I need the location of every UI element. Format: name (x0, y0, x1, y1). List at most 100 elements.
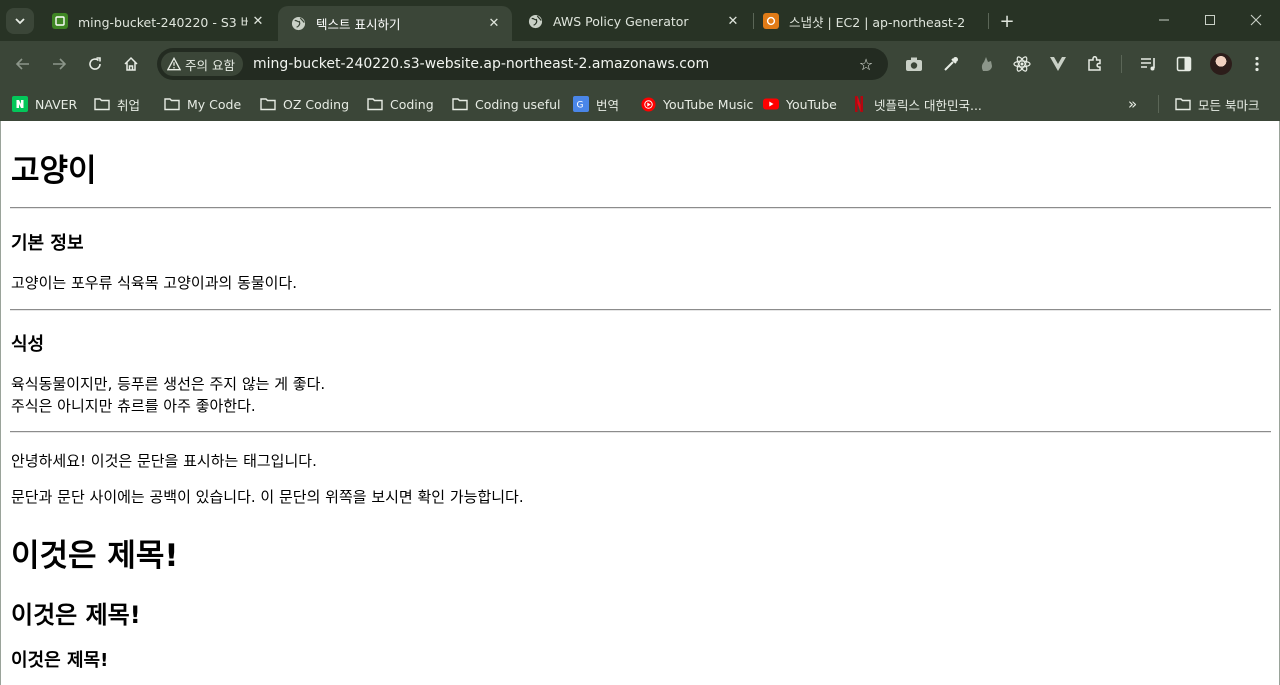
minimize-button[interactable] (1153, 10, 1175, 30)
window-close-button[interactable] (1245, 10, 1267, 30)
diet-line-1: 육식동물이지만, 등푸른 생선은 주지 않는 게 좋다. (11, 375, 326, 393)
youtube-music-icon (640, 96, 656, 112)
heading-h3: 이것은 제목! (11, 650, 109, 671)
maximize-button[interactable] (1199, 10, 1221, 30)
bookmark-label: Coding useful (475, 96, 561, 112)
arrow-left-icon (15, 58, 29, 70)
horizontal-rule (10, 207, 1271, 209)
diet-heading: 식성 (11, 334, 45, 355)
vue-devtools-icon[interactable] (1048, 54, 1068, 74)
warning-icon (167, 57, 181, 71)
bookmark-label: 취업 (117, 97, 141, 113)
svg-text:G: G (577, 101, 584, 111)
bookmark-label: YouTube (786, 96, 837, 112)
bookmark-youtube[interactable]: YouTube (763, 93, 837, 115)
tab-aws-policy-generator[interactable]: AWS Policy Generator ✕ (515, 7, 751, 35)
media-control-icon[interactable] (1139, 54, 1159, 74)
extension-hand-icon[interactable] (977, 54, 997, 74)
bookmark-label: 번역 (596, 97, 620, 113)
bookmark-label: OZ Coding (283, 96, 350, 112)
folder-icon (1175, 96, 1191, 112)
bookmark-folder-my-code[interactable]: My Code (164, 93, 241, 115)
home-button[interactable] (119, 52, 143, 76)
paragraph-1: 안녕하세요! 이것은 문단을 표시하는 태그입니다. (11, 452, 317, 470)
folder-icon (260, 96, 276, 112)
aws-icon (763, 13, 779, 29)
extensions-puzzle-icon[interactable] (1085, 54, 1105, 74)
page-title: 고양이 (11, 153, 97, 189)
youtube-icon (763, 96, 779, 112)
bookmark-folder-coding[interactable]: Coding (367, 93, 434, 115)
bookmark-folder-coding-useful[interactable]: Coding useful (452, 93, 561, 115)
toolbar: 주의 요함 ming-bucket-240220.s3-website.ap-n… (0, 41, 1280, 87)
close-icon (1250, 14, 1262, 26)
more-menu-icon[interactable] (1247, 54, 1267, 74)
bookmark-star-icon[interactable]: ☆ (854, 52, 878, 76)
eyedropper-icon[interactable] (941, 54, 961, 74)
bookmarks-overflow-button[interactable]: » (1128, 93, 1137, 115)
browser-chrome: ming-bucket-240220 - S3 버킷 ✕ 텍스트 표시하기 ✕ … (0, 0, 1280, 122)
tab-search-button[interactable] (6, 8, 34, 34)
bookmark-label: YouTube Music (663, 96, 754, 112)
new-tab-button[interactable]: + (996, 10, 1018, 32)
forward-button[interactable] (47, 52, 71, 76)
chevron-double-right-icon: » (1128, 95, 1138, 113)
react-devtools-icon[interactable] (1012, 54, 1032, 74)
bookmark-label: 넷플릭스 대한민국... (874, 97, 982, 113)
reload-icon (89, 57, 101, 70)
address-bar[interactable]: 주의 요함 ming-bucket-240220.s3-website.ap-n… (157, 48, 888, 80)
globe-icon (290, 16, 306, 32)
diet-text: 육식동물이지만, 등푸른 생선은 주지 않는 게 좋다. 주식은 아니지만 츄르… (11, 373, 325, 417)
security-chip[interactable]: 주의 요함 (161, 52, 243, 76)
camera-icon[interactable] (904, 54, 924, 74)
profile-avatar[interactable] (1210, 53, 1232, 75)
basic-info-text: 고양이는 포우류 식육목 고양이과의 동물이다. (11, 274, 298, 292)
close-icon[interactable]: ✕ (248, 11, 268, 31)
tab-ec2-snapshots[interactable]: 스냅샷 | EC2 | ap-northeast-2 (751, 7, 987, 35)
all-bookmarks-folder[interactable]: 모든 북마크 (1175, 93, 1259, 115)
back-button[interactable] (11, 52, 35, 76)
bookmark-netflix[interactable]: 넷플릭스 대한민국... (851, 93, 982, 115)
bookmark-label: My Code (187, 96, 242, 112)
diet-line-2: 주식은 아니지만 츄르를 아주 좋아한다. (11, 397, 256, 415)
globe-icon (527, 13, 543, 29)
bookmark-folder-job[interactable]: 취업 (94, 93, 140, 115)
all-bookmarks-label: 모든 북마크 (1198, 97, 1260, 113)
naver-icon (12, 96, 28, 112)
bookmark-folder-oz-coding[interactable]: OZ Coding (260, 93, 349, 115)
folder-icon (164, 96, 180, 112)
close-icon[interactable]: ✕ (484, 14, 504, 34)
netflix-icon (851, 96, 867, 112)
heading-h1: 이것은 제목! (11, 538, 179, 574)
folder-icon (367, 96, 383, 112)
tab-separator (988, 13, 989, 29)
page-content: 고양이 기본 정보 고양이는 포우류 식육목 고양이과의 동물이다. 식성 육식… (0, 121, 1280, 685)
toolbar-divider (1121, 55, 1122, 73)
bookmark-translate[interactable]: G 번역 (573, 93, 619, 115)
basic-info-heading: 기본 정보 (11, 233, 84, 254)
tab-strip: ming-bucket-240220 - S3 버킷 ✕ 텍스트 표시하기 ✕ … (0, 0, 1280, 41)
chevron-down-icon (15, 18, 25, 25)
tab-s3-bucket[interactable]: ming-bucket-240220 - S3 버킷 ✕ (40, 7, 276, 35)
bookmark-label: NAVER (35, 96, 78, 112)
minimize-icon (1159, 19, 1169, 21)
maximize-icon (1205, 15, 1215, 25)
bookmark-naver[interactable]: NAVER (12, 93, 77, 115)
tab-text-display[interactable]: 텍스트 표시하기 ✕ (278, 6, 512, 41)
bookmark-label: Coding (390, 96, 434, 112)
bookmark-youtube-music[interactable]: YouTube Music (640, 93, 753, 115)
bookmarks-divider (1158, 95, 1159, 113)
translate-icon: G (573, 96, 589, 112)
tab-title: 텍스트 표시하기 (316, 17, 401, 32)
url-text[interactable]: ming-bucket-240220.s3-website.ap-northea… (253, 56, 854, 72)
folder-icon (452, 96, 468, 112)
bookmarks-bar: NAVER 취업 My Code OZ Coding Coding Coding… (0, 87, 1280, 122)
arrow-right-icon (53, 58, 67, 70)
tab-title: 스냅샷 | EC2 | ap-northeast-2 (789, 14, 966, 30)
reload-button[interactable] (83, 52, 107, 76)
close-icon[interactable]: ✕ (723, 11, 743, 31)
side-panel-icon[interactable] (1174, 54, 1194, 74)
horizontal-rule (10, 431, 1271, 433)
tab-title: ming-bucket-240220 - S3 버킷 (78, 14, 248, 30)
folder-icon (94, 96, 110, 112)
